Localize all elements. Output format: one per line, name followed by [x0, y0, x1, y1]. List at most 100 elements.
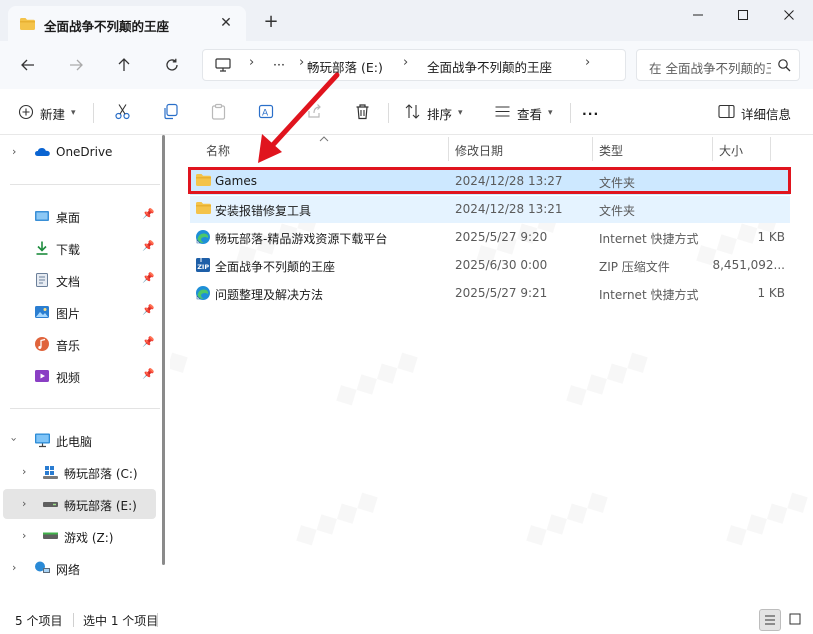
sidebar-item-documents[interactable]: 文档 📌	[0, 265, 158, 295]
sidebar-item-drive-e[interactable]: › 畅玩部落 (E:)	[3, 489, 156, 519]
chevron-right-icon[interactable]: ›	[12, 561, 16, 574]
desktop-icon	[34, 208, 50, 224]
chevron-right-icon[interactable]: ›	[403, 55, 408, 70]
new-label: 新建	[40, 106, 66, 122]
column-modified[interactable]: 修改日期	[455, 142, 503, 159]
column-divider[interactable]	[712, 137, 713, 161]
item-count: 5 个项目	[15, 614, 63, 628]
status-bar: 5 个项目 选中 1 个项目	[0, 605, 813, 634]
more-options-button[interactable]: ···	[582, 101, 599, 125]
share-icon	[306, 103, 323, 123]
column-name[interactable]: 名称	[206, 142, 230, 159]
file-size: 8,451,092...	[712, 258, 785, 272]
chevron-right-icon[interactable]: ›	[22, 497, 26, 510]
file-modified: 2025/5/27 9:20	[455, 230, 548, 244]
navigation-pane: › OneDrive 桌面 📌 下载 📌 文档 📌 图片 📌 音乐 📌 视频 📌…	[0, 135, 170, 605]
file-type: Internet 快捷方式	[599, 288, 699, 302]
pin-icon: 📌	[142, 273, 155, 284]
column-divider[interactable]	[448, 137, 449, 161]
close-tab-button[interactable]: ✕	[216, 13, 236, 33]
sidebar-item-videos[interactable]: 视频 📌	[0, 361, 158, 391]
forward-button[interactable]	[62, 51, 90, 79]
maximize-button[interactable]	[720, 0, 766, 30]
cut-button[interactable]	[114, 101, 131, 125]
address-bar[interactable]: › ··· › 畅玩部落 (E:) › 全面战争不列颠的王座 ›	[202, 49, 626, 81]
folder-icon	[19, 17, 36, 34]
column-type[interactable]: 类型	[599, 142, 623, 159]
chevron-down-icon[interactable]: ›	[8, 437, 21, 441]
column-divider[interactable]	[770, 137, 771, 161]
copy-button[interactable]	[162, 101, 179, 125]
chevron-down-icon: ▾	[458, 108, 463, 118]
rename-icon: A	[258, 103, 275, 123]
refresh-button[interactable]	[158, 51, 186, 79]
chevron-right-icon[interactable]: ›	[12, 145, 16, 158]
chevron-right-icon[interactable]: ›	[249, 55, 254, 70]
share-button[interactable]	[306, 101, 323, 125]
zip-icon: ZIP	[195, 257, 212, 273]
new-tab-button[interactable]: +	[259, 11, 283, 35]
sidebar-item-onedrive[interactable]: › OneDrive	[0, 137, 158, 167]
sidebar-scrollbar[interactable]	[162, 135, 165, 565]
sidebar-item-music[interactable]: 音乐 📌	[0, 329, 158, 359]
divider	[570, 103, 571, 123]
sidebar-item-network[interactable]: › 网络	[0, 553, 158, 583]
address-ellipsis[interactable]: ···	[273, 57, 285, 72]
computer-icon	[34, 432, 50, 448]
search-input[interactable]: 在 全面战争不列颠的王座 中搜索	[636, 49, 800, 81]
chevron-down-icon: ▾	[71, 108, 76, 118]
file-type: Internet 快捷方式	[599, 232, 699, 246]
search-placeholder: 在 全面战争不列颠的王座 中搜索	[649, 61, 771, 76]
up-button[interactable]	[110, 51, 138, 79]
chevron-right-icon[interactable]: ›	[22, 529, 26, 542]
table-row[interactable]: 畅玩部落-精品游戏资源下载平台 2025/5/27 9:20 Internet …	[190, 224, 790, 251]
address-segment-folder[interactable]: 全面战争不列颠的王座	[427, 57, 552, 76]
pin-icon: 📌	[142, 369, 155, 380]
tab-current[interactable]: 全面战争不列颠的王座 ✕	[8, 6, 246, 41]
minimize-button[interactable]	[675, 0, 721, 30]
sidebar-item-downloads[interactable]: 下载 📌	[0, 233, 158, 263]
rename-button[interactable]: A	[258, 101, 275, 125]
sidebar-item-this-pc[interactable]: › 此电脑	[0, 425, 158, 455]
address-segment-drive[interactable]: 畅玩部落 (E:)	[307, 57, 383, 76]
plus-circle-icon	[18, 104, 34, 123]
file-modified: 2025/6/30 0:00	[455, 258, 548, 272]
column-divider[interactable]	[592, 137, 593, 161]
pin-icon: 📌	[142, 241, 155, 252]
chevron-right-icon[interactable]: ›	[22, 465, 26, 478]
svg-text:A: A	[262, 109, 269, 119]
chevron-down-icon: ▾	[548, 108, 553, 118]
sidebar-item-drive-z[interactable]: › 游戏 (Z:)	[0, 521, 158, 551]
details-view-button[interactable]	[759, 609, 781, 631]
sidebar-label: 此电脑	[56, 435, 93, 449]
sidebar-item-drive-c[interactable]: › 畅玩部落 (C:)	[0, 457, 158, 487]
file-list: 名称 修改日期 类型 大小 Games 2024/12/28 13:27 文件夹…	[174, 135, 813, 605]
divider	[73, 613, 74, 627]
column-size[interactable]: 大小	[719, 142, 743, 159]
sort-up-icon	[319, 134, 329, 145]
table-row[interactable]: 安装报错修复工具 2024/12/28 13:21 文件夹	[190, 196, 790, 223]
new-button[interactable]: 新建 ▾	[18, 101, 76, 125]
close-window-button[interactable]	[766, 0, 812, 30]
tiles-view-button[interactable]	[785, 609, 807, 631]
network-icon	[34, 560, 50, 576]
file-name: 问题整理及解决方法	[215, 288, 324, 302]
paste-button[interactable]	[210, 101, 227, 125]
clipboard-icon	[210, 103, 227, 123]
view-button[interactable]: 查看 ▾	[494, 101, 553, 125]
back-button[interactable]	[14, 51, 42, 79]
chevron-right-icon[interactable]: ›	[299, 55, 304, 70]
table-row[interactable]: ZIP 全面战争不列颠的王座 2025/6/30 0:00 ZIP 压缩文件 8…	[190, 252, 790, 279]
table-row[interactable]: 问题整理及解决方法 2025/5/27 9:21 Internet 快捷方式 1…	[190, 280, 790, 307]
sidebar-item-desktop[interactable]: 桌面 📌	[0, 201, 158, 231]
chevron-right-icon[interactable]: ›	[585, 55, 590, 70]
delete-button[interactable]	[354, 101, 371, 125]
sort-button[interactable]: 排序 ▾	[404, 101, 463, 125]
details-label: 详细信息	[741, 106, 792, 122]
drive-icon	[42, 528, 58, 544]
divider	[10, 408, 160, 409]
sort-label: 排序	[427, 106, 453, 122]
command-bar: 新建 ▾ A 排序 ▾ 查看 ▾ ··· 详细信息	[0, 89, 813, 135]
sidebar-item-pictures[interactable]: 图片 📌	[0, 297, 158, 327]
details-pane-button[interactable]: 详细信息	[718, 101, 791, 125]
